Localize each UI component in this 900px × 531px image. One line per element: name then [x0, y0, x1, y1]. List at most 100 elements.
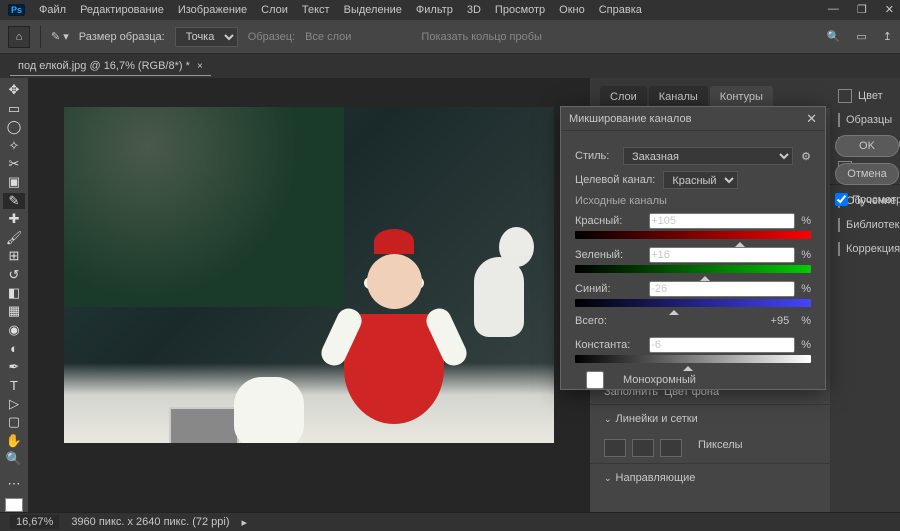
blur-tool[interactable]: ◉ [3, 322, 25, 338]
zoom-tool[interactable]: 🔍 [3, 451, 25, 467]
document-image [64, 107, 554, 443]
menu-edit[interactable]: Редактирование [80, 4, 164, 16]
menu-bar: Ps Файл Редактирование Изображение Слои … [0, 0, 900, 20]
eraser-tool[interactable]: ◧ [3, 285, 25, 301]
ruler-icon[interactable] [604, 439, 626, 457]
target-select[interactable]: Красный [663, 171, 738, 189]
window-min-icon[interactable]: — [828, 3, 839, 16]
mono-label: Монохромный [623, 374, 696, 386]
source-head: Исходные каналы [575, 195, 811, 207]
zoom-level[interactable]: 16,67% [10, 515, 59, 529]
workspace-icon[interactable]: ▭ [856, 30, 866, 43]
channel-mixer-dialog: Микширование каналов ✕ Стиль: Заказная ⚙… [560, 106, 826, 390]
move-tool[interactable]: ✥ [3, 82, 25, 98]
dialog-close-icon[interactable]: ✕ [806, 111, 817, 127]
close-tab-icon[interactable]: × [197, 61, 203, 72]
home-button[interactable]: ⌂ [8, 26, 30, 48]
brush-tool[interactable]: 🖌 [3, 230, 25, 246]
lasso-tool[interactable]: ◯ [3, 119, 25, 135]
rulers-section[interactable]: ⌄Линейки и сетки [590, 404, 830, 433]
red-slider[interactable] [575, 231, 811, 239]
menu-3d[interactable]: 3D [467, 4, 481, 16]
tool-panel: ✥ ▭ ◯ ✧ ✂ ▣ ✎ ✚ 🖌 ⊞ ↺ ◧ ▦ ◉ ◐ ✒ T ▷ ▢ ✋ … [0, 78, 28, 512]
heal-tool[interactable]: ✚ [3, 211, 25, 227]
sample-size-select[interactable]: Точка [175, 27, 238, 47]
menu-image[interactable]: Изображение [178, 4, 247, 16]
window-restore-icon[interactable]: ❐ [857, 3, 867, 16]
doc-dimensions: 3960 пикс. x 2640 пикс. (72 ppi) [71, 516, 229, 528]
total-value: +95 [771, 315, 790, 327]
frame-tool[interactable]: ▣ [3, 174, 25, 190]
dodge-tool[interactable]: ◐ [3, 340, 25, 356]
gear-icon[interactable]: ⚙ [801, 150, 811, 163]
red-label: Красный: [575, 215, 637, 227]
search-icon[interactable]: 🔍 [827, 30, 841, 43]
dialog-title: Микширование каналов [569, 113, 691, 125]
menu-window[interactable]: Окно [559, 4, 585, 16]
green-input[interactable] [649, 247, 795, 263]
menu-file[interactable]: Файл [39, 4, 66, 16]
tab-layers[interactable]: Слои [600, 86, 647, 108]
panel-swatches[interactable]: Образцы [830, 108, 900, 132]
blue-label: Синий: [575, 283, 637, 295]
gradient-tool[interactable]: ▦ [3, 303, 25, 319]
eyedropper-icon[interactable]: ✎ ▾ [51, 30, 69, 43]
const-input[interactable] [649, 337, 795, 353]
menu-help[interactable]: Справка [599, 4, 642, 16]
hand-tool[interactable]: ✋ [3, 432, 25, 448]
eyedropper-tool[interactable]: ✎ [3, 193, 25, 209]
guides-icon[interactable] [660, 439, 682, 457]
sample-size-label: Размер образца: [79, 31, 165, 43]
const-label: Константа: [575, 339, 637, 351]
marquee-tool[interactable]: ▭ [3, 100, 25, 116]
target-label: Целевой канал: [575, 174, 655, 186]
canvas-area[interactable] [28, 78, 590, 512]
shape-tool[interactable]: ▢ [3, 414, 25, 430]
preview-checkbox[interactable] [835, 193, 848, 206]
stamp-tool[interactable]: ⊞ [3, 248, 25, 264]
menu-filter[interactable]: Фильтр [416, 4, 453, 16]
cancel-button[interactable]: Отмена [835, 163, 899, 185]
preset-label: Стиль: [575, 150, 615, 162]
const-slider[interactable] [575, 355, 811, 363]
tab-channels[interactable]: Каналы [649, 86, 708, 108]
grid-icon[interactable] [632, 439, 654, 457]
history-brush-tool[interactable]: ↺ [3, 266, 25, 282]
color-swatch[interactable] [5, 498, 23, 512]
ok-button[interactable]: OK [835, 135, 899, 157]
path-tool[interactable]: ▷ [3, 395, 25, 411]
wand-tool[interactable]: ✧ [3, 137, 25, 153]
panel-color[interactable]: Цвет [830, 84, 900, 108]
status-bar: 16,67% 3960 пикс. x 2640 пикс. (72 ppi) … [0, 512, 900, 531]
preset-select[interactable]: Заказная [623, 147, 793, 165]
window-close-icon[interactable]: ✕ [885, 3, 894, 16]
panel-libs[interactable]: Библиотеки [830, 213, 900, 237]
show-ring-label: Показать кольцо пробы [421, 31, 542, 43]
pen-tool[interactable]: ✒ [3, 359, 25, 375]
crop-tool[interactable]: ✂ [3, 156, 25, 172]
options-bar: ⌂ ✎ ▾ Размер образца: Точка Образец: Все… [0, 20, 900, 54]
app-logo: Ps [8, 4, 25, 16]
sample-value: Все слои [305, 31, 351, 43]
share-icon[interactable]: ↥ [883, 30, 892, 43]
mono-checkbox[interactable] [575, 371, 615, 389]
menu-text[interactable]: Текст [302, 4, 330, 16]
sample-label: Образец: [248, 31, 295, 43]
panel-correction[interactable]: Коррекция [830, 237, 900, 261]
guides-section[interactable]: ⌄Направляющие [590, 463, 830, 492]
preview-label: Просмотр [852, 194, 900, 206]
green-slider[interactable] [575, 265, 811, 273]
tab-paths[interactable]: Контуры [710, 86, 773, 108]
menu-view[interactable]: Просмотр [495, 4, 545, 16]
blue-input[interactable] [649, 281, 795, 297]
blue-slider[interactable] [575, 299, 811, 307]
text-tool[interactable]: T [3, 377, 25, 393]
menu-layers[interactable]: Слои [261, 4, 288, 16]
document-tab[interactable]: под елкой.jpg @ 16,7% (RGB/8*) * × [10, 57, 211, 76]
total-label: Всего: [575, 315, 639, 327]
edit-toolbar-icon[interactable]: ⋯ [3, 476, 25, 492]
status-arrow-icon[interactable]: ▸ [242, 516, 248, 529]
red-input[interactable] [649, 213, 795, 229]
menu-select[interactable]: Выделение [344, 4, 402, 16]
document-tabs: под елкой.jpg @ 16,7% (RGB/8*) * × [0, 54, 900, 78]
